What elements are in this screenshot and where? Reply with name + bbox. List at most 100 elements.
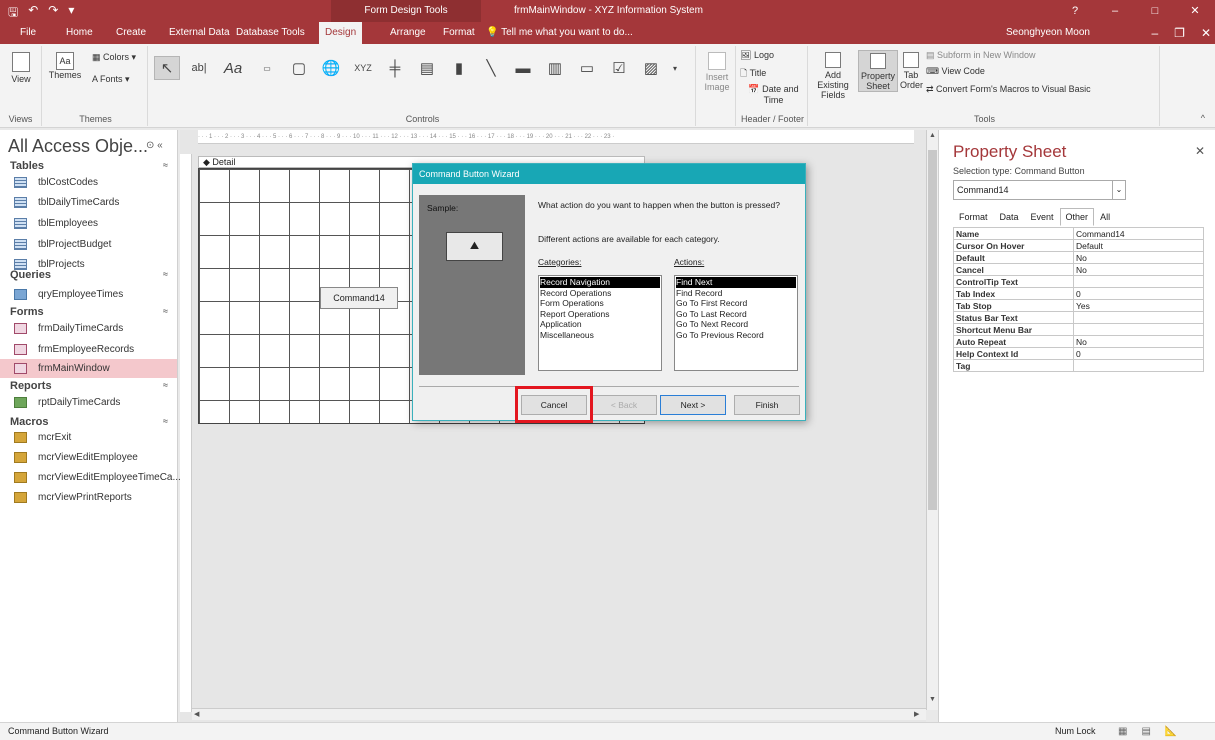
property-value[interactable]: 0 — [1073, 347, 1204, 360]
tab-database-tools[interactable]: Database Tools — [230, 22, 311, 44]
property-value[interactable] — [1073, 275, 1204, 288]
ribbon-restore-icon[interactable]: ❐ — [1174, 22, 1185, 44]
property-row[interactable]: Tab Index 0 — [953, 287, 1204, 300]
tab-order-button[interactable]: Tab Order — [900, 52, 923, 90]
tab-create[interactable]: Create — [110, 22, 152, 44]
horizontal-scrollbar[interactable]: ◀ ▶ — [192, 708, 926, 720]
nav-section-macros[interactable]: Macros ≈ — [10, 416, 170, 428]
tab-design[interactable]: Design — [319, 22, 363, 44]
rectangle-control-icon[interactable]: ▭ — [574, 56, 600, 80]
object-selector[interactable]: Command14 — [953, 180, 1113, 200]
nav-item-frmemployeerecords[interactable]: frmEmployeeRecords — [0, 340, 177, 359]
tab-external-data[interactable]: External Data — [163, 22, 236, 44]
list-item[interactable]: Go To Previous Record — [676, 330, 796, 341]
property-value[interactable]: Command14 — [1073, 227, 1204, 240]
redo-icon[interactable]: ↷ — [48, 3, 58, 24]
property-value[interactable]: 0 — [1073, 287, 1204, 300]
web-browser-control-icon[interactable]: XYZ — [350, 56, 376, 80]
collapse-icon[interactable]: ≈ — [163, 160, 168, 170]
scroll-up-icon[interactable]: ▲ — [929, 132, 936, 139]
actions-listbox[interactable]: Find Next Find Record Go To First Record… — [674, 275, 798, 371]
collapse-icon[interactable]: ≈ — [163, 380, 168, 390]
option-group-icon[interactable]: ▤ — [414, 56, 440, 80]
nav-pane-title[interactable]: All Access Obje... — [8, 136, 148, 157]
layout-view-icon[interactable]: ▤ — [1141, 723, 1150, 740]
tab-file[interactable]: File — [14, 22, 42, 44]
label-control-icon[interactable]: Aa — [220, 56, 246, 80]
back-button[interactable]: < Back — [591, 395, 657, 415]
list-item[interactable]: Application — [540, 319, 660, 330]
tab-format[interactable]: Format — [437, 22, 481, 44]
property-row[interactable]: Cancel No — [953, 263, 1204, 276]
tab-arrange[interactable]: Arrange — [384, 22, 432, 44]
scroll-down-icon[interactable]: ▼ — [929, 696, 936, 703]
finish-button[interactable]: Finish — [734, 395, 800, 415]
tab-format[interactable]: Format — [953, 208, 994, 226]
list-item[interactable]: Record Operations — [540, 288, 660, 299]
form-view-icon[interactable]: ▦ — [1118, 723, 1127, 740]
nav-item-mcrviewprintreports[interactable]: mcrViewPrintReports — [0, 488, 177, 507]
tab-other[interactable]: Other — [1059, 208, 1095, 226]
nav-item-tblemployees[interactable]: tblEmployees — [0, 214, 177, 233]
property-row[interactable]: Default No — [953, 251, 1204, 264]
property-row[interactable]: Help Context Id 0 — [953, 347, 1204, 360]
minimize-button[interactable]: – — [1095, 0, 1135, 22]
nav-menu-icon[interactable]: ⊙ — [146, 140, 154, 151]
scroll-right-icon[interactable]: ▶ — [914, 710, 919, 718]
list-item[interactable]: Find Next — [676, 277, 796, 288]
scroll-left-icon[interactable]: ◀ — [194, 710, 199, 718]
nav-item-tblprojectbudget[interactable]: tblProjectBudget — [0, 235, 177, 254]
property-row[interactable]: Status Bar Text — [953, 311, 1204, 324]
property-value[interactable] — [1073, 311, 1204, 324]
list-item[interactable]: Go To First Record — [676, 298, 796, 309]
subform-button[interactable]: ▤ Subform in New Window — [926, 50, 1036, 61]
command-button-control[interactable]: Command14 — [320, 287, 398, 309]
property-value[interactable]: Default — [1073, 239, 1204, 252]
add-existing-fields-button[interactable]: Add Existing Fields — [810, 52, 856, 100]
property-row[interactable]: Shortcut Menu Bar — [953, 323, 1204, 336]
insert-image-button[interactable]: Insert Image — [702, 52, 732, 92]
nav-item-mcrexit[interactable]: mcrExit — [0, 428, 177, 447]
date-time-button[interactable]: 📅 Date and Time — [740, 84, 807, 105]
vertical-scrollbar[interactable]: ▲ ▼ — [926, 130, 938, 710]
select-pointer-icon[interactable]: ↖ — [154, 56, 180, 80]
view-code-button[interactable]: ⌨ View Code — [926, 66, 985, 77]
list-item[interactable]: Form Operations — [540, 298, 660, 309]
property-value[interactable] — [1073, 323, 1204, 336]
chart-control-icon[interactable]: ▮ — [446, 56, 472, 80]
property-row[interactable]: ControlTip Text — [953, 275, 1204, 288]
ribbon-close-icon[interactable]: ✕ — [1201, 22, 1211, 44]
undo-icon[interactable]: ↶ — [28, 3, 38, 24]
list-item[interactable]: Miscellaneous — [540, 330, 660, 341]
list-item[interactable]: Find Record — [676, 288, 796, 299]
collapse-icon[interactable]: ≈ — [163, 269, 168, 279]
list-item[interactable]: Report Operations — [540, 309, 660, 320]
image-control-icon[interactable]: ▨ — [638, 56, 664, 80]
tab-all[interactable]: All — [1094, 208, 1116, 226]
ribbon-minimize-icon[interactable]: – — [1151, 22, 1158, 44]
property-row[interactable]: Tag — [953, 359, 1204, 372]
nav-collapse-icon[interactable]: « — [157, 140, 163, 151]
property-row[interactable]: Name Command14 — [953, 227, 1204, 240]
nav-item-mcrvieweditemployeetimecards[interactable]: mcrViewEditEmployeeTimeCa... — [0, 468, 181, 487]
nav-item-frmmainwindow[interactable]: frmMainWindow — [0, 359, 177, 378]
next-button[interactable]: Next > — [660, 395, 726, 415]
line-control-icon[interactable]: ╲ — [478, 56, 504, 80]
tab-event[interactable]: Event — [1025, 208, 1060, 226]
fonts-button[interactable]: A Fonts ▾ — [92, 74, 130, 85]
textbox-control-icon[interactable]: ab| — [186, 56, 212, 80]
save-icon[interactable]: 🖫 — [8, 3, 18, 24]
logo-button[interactable]: 🖼 Logo — [740, 50, 774, 61]
property-row[interactable]: Cursor On Hover Default — [953, 239, 1204, 252]
tab-data[interactable]: Data — [994, 208, 1025, 226]
themes-button[interactable]: Aa Themes — [48, 52, 82, 80]
nav-section-reports[interactable]: Reports ≈ — [10, 380, 170, 392]
nav-section-forms[interactable]: Forms ≈ — [10, 306, 170, 318]
property-value[interactable]: Yes — [1073, 299, 1204, 312]
view-button[interactable]: View — [6, 52, 36, 84]
property-value[interactable]: No — [1073, 335, 1204, 348]
nav-item-tblcostcodes[interactable]: tblCostCodes — [0, 173, 177, 192]
design-view-icon[interactable]: 📐 — [1165, 723, 1177, 740]
nav-item-qryemployeetimes[interactable]: qryEmployeeTimes — [0, 285, 177, 304]
list-item[interactable]: Record Navigation — [540, 277, 660, 288]
